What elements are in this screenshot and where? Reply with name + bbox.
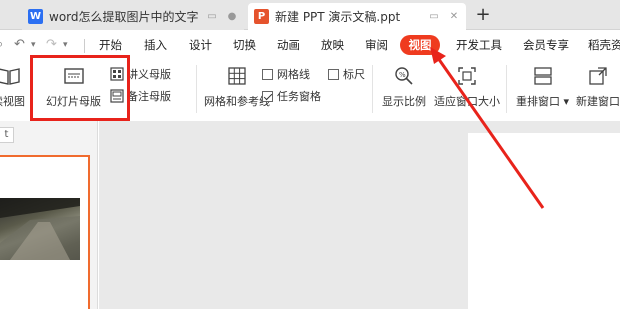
annotation-arrow xyxy=(430,47,545,209)
